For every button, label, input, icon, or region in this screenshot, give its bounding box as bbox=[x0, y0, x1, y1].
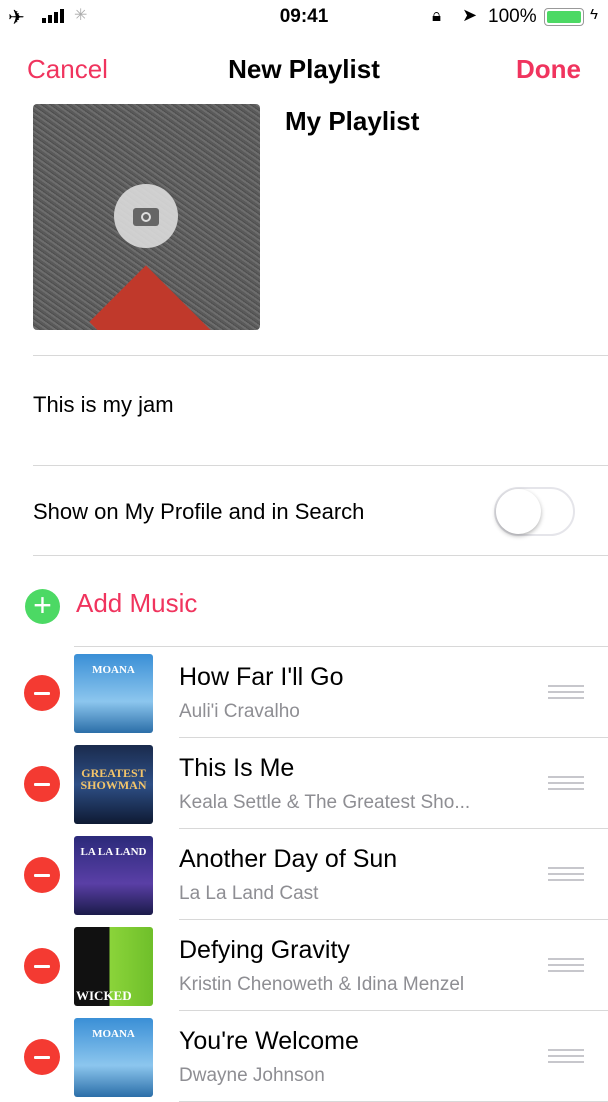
charging-icon: ϟ bbox=[590, 6, 598, 23]
reorder-handle-icon[interactable] bbox=[548, 867, 584, 881]
remove-song-button[interactable] bbox=[24, 948, 60, 984]
battery-icon bbox=[544, 8, 584, 26]
remove-song-button[interactable] bbox=[24, 766, 60, 802]
song-artist: La La Land Cast bbox=[179, 883, 319, 904]
remove-song-button[interactable] bbox=[24, 857, 60, 893]
remove-song-button[interactable] bbox=[24, 1039, 60, 1075]
plus-icon: + bbox=[25, 589, 60, 624]
navigation-bar: Cancel New Playlist Done bbox=[0, 48, 608, 92]
battery-percent: 100% bbox=[488, 6, 537, 27]
reorder-handle-icon[interactable] bbox=[548, 958, 584, 972]
album-artwork: MOANA bbox=[74, 1018, 153, 1097]
song-artist: Dwayne Johnson bbox=[179, 1065, 325, 1086]
song-row[interactable]: MOANA How Far I'll Go Auli'i Cravalho bbox=[0, 647, 608, 738]
song-artist: Kristin Chenoweth & Idina Menzel bbox=[179, 974, 465, 995]
done-button[interactable]: Done bbox=[516, 54, 581, 85]
song-row[interactable]: WICKED Defying Gravity Kristin Chenoweth… bbox=[0, 920, 608, 1011]
add-music-button[interactable]: + Add Music bbox=[0, 580, 608, 626]
song-artist: Auli'i Cravalho bbox=[179, 701, 300, 722]
divider bbox=[74, 646, 608, 647]
album-art-title: WICKED bbox=[76, 988, 132, 1003]
profile-toggle-label: Show on My Profile and in Search bbox=[33, 499, 365, 524]
remove-song-button[interactable] bbox=[24, 675, 60, 711]
album-artwork: GREATEST SHOWMAN bbox=[74, 745, 153, 824]
camera-button[interactable] bbox=[114, 184, 178, 248]
orientation-lock-icon: 🔒︎ bbox=[432, 6, 442, 25]
playlist-description-field[interactable]: This is my jam bbox=[33, 392, 174, 418]
reorder-handle-icon[interactable] bbox=[548, 685, 584, 699]
song-title: You're Welcome bbox=[179, 1027, 359, 1055]
song-artist: Keala Settle & The Greatest Sho... bbox=[179, 792, 471, 813]
divider bbox=[33, 465, 608, 466]
album-artwork: WICKED bbox=[74, 927, 153, 1006]
song-title: This Is Me bbox=[179, 754, 295, 782]
add-music-label: Add Music bbox=[76, 588, 198, 618]
reorder-handle-icon[interactable] bbox=[548, 1049, 584, 1063]
song-title: Defying Gravity bbox=[179, 936, 350, 964]
artwork-red-object bbox=[89, 265, 217, 330]
album-artwork: LA LA LAND bbox=[74, 836, 153, 915]
album-art-title: LA LA LAND bbox=[80, 846, 147, 858]
playlist-artwork[interactable] bbox=[33, 104, 260, 330]
divider bbox=[33, 355, 608, 356]
playlist-name-field[interactable]: My Playlist bbox=[285, 106, 419, 137]
album-artwork: MOANA bbox=[74, 654, 153, 733]
camera-icon bbox=[133, 208, 159, 226]
album-art-title: MOANA bbox=[92, 664, 135, 676]
album-art-title: GREATEST SHOWMAN bbox=[80, 766, 147, 792]
divider bbox=[33, 555, 608, 556]
location-icon: ➤ bbox=[462, 5, 478, 25]
song-title: How Far I'll Go bbox=[179, 663, 344, 691]
reorder-handle-icon[interactable] bbox=[548, 776, 584, 790]
song-row[interactable]: MOANA You're Welcome Dwayne Johnson bbox=[0, 1011, 608, 1102]
album-art-title: MOANA bbox=[92, 1028, 135, 1040]
profile-toggle[interactable] bbox=[494, 487, 575, 536]
song-title: Another Day of Sun bbox=[179, 845, 398, 873]
status-bar: ✈ ✳ 09:41 🔒︎ ➤ 100% ϟ bbox=[0, 0, 608, 34]
song-row[interactable]: GREATEST SHOWMAN This Is Me Keala Settle… bbox=[0, 738, 608, 829]
song-row[interactable]: LA LA LAND Another Day of Sun La La Land… bbox=[0, 829, 608, 920]
